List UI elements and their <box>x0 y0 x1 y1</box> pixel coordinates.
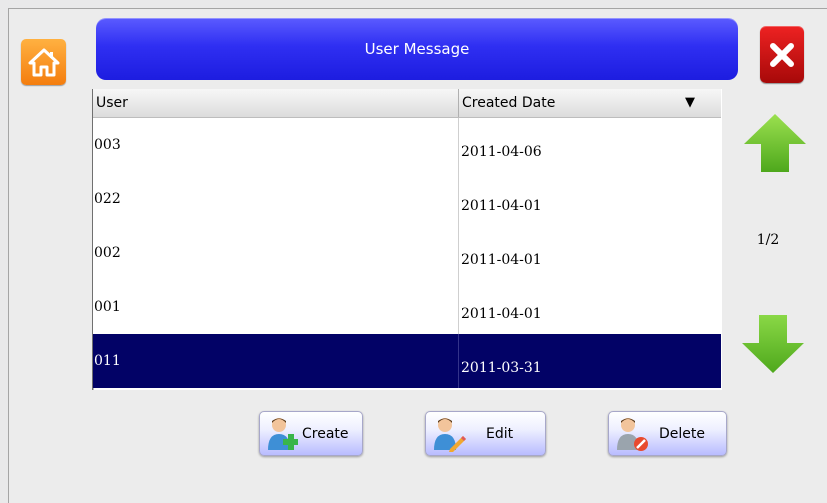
scroll-up-button[interactable] <box>742 112 808 178</box>
user-cell: 002 <box>93 226 459 280</box>
home-button[interactable] <box>21 39 66 85</box>
edit-button-label: Edit <box>486 426 514 442</box>
table-row[interactable]: 001 2011-04-01 <box>93 280 721 335</box>
user-add-icon <box>268 418 298 450</box>
page-title: User Message <box>96 18 738 80</box>
create-button[interactable]: Create <box>259 411 363 456</box>
user-cell: 011 <box>93 334 459 388</box>
column-header-created-date[interactable]: Created Date ▼ <box>459 89 721 117</box>
table-row[interactable]: 002 2011-04-01 <box>93 226 721 281</box>
table-row-selected[interactable]: 011 2011-03-31 <box>93 334 721 388</box>
user-cell: 001 <box>93 280 459 334</box>
edit-button[interactable]: Edit <box>425 411 546 456</box>
date-cell: 2011-03-31 <box>461 360 542 376</box>
user-cell: 003 <box>93 118 459 172</box>
date-cell: 2011-04-01 <box>461 198 542 214</box>
delete-button[interactable]: Delete <box>608 411 727 456</box>
user-table: User Created Date ▼ 003 2011-04-06 022 2… <box>92 89 722 390</box>
arrow-up-icon <box>744 114 806 172</box>
column-header-created-date-label: Created Date <box>462 95 556 111</box>
create-button-label: Create <box>302 426 349 442</box>
date-cell: 2011-04-01 <box>461 306 542 322</box>
table-row[interactable]: 022 2011-04-01 <box>93 172 721 227</box>
user-cell: 022 <box>93 172 459 226</box>
delete-button-label: Delete <box>659 426 705 442</box>
arrow-down-icon <box>742 315 804 373</box>
home-icon <box>28 48 59 77</box>
date-cell: 2011-04-01 <box>461 252 542 268</box>
sort-desc-icon: ▼ <box>685 95 695 110</box>
table-row[interactable]: 003 2011-04-06 <box>93 118 721 173</box>
date-cell: 2011-04-06 <box>461 144 542 160</box>
table-header: User Created Date ▼ <box>93 89 721 118</box>
user-edit-icon <box>434 418 466 452</box>
close-icon <box>770 42 794 67</box>
page-indicator: 1/2 <box>756 232 780 248</box>
column-header-user[interactable]: User <box>93 89 459 117</box>
user-delete-icon <box>617 418 648 451</box>
close-button[interactable] <box>760 26 804 83</box>
scroll-down-button[interactable] <box>740 313 806 379</box>
